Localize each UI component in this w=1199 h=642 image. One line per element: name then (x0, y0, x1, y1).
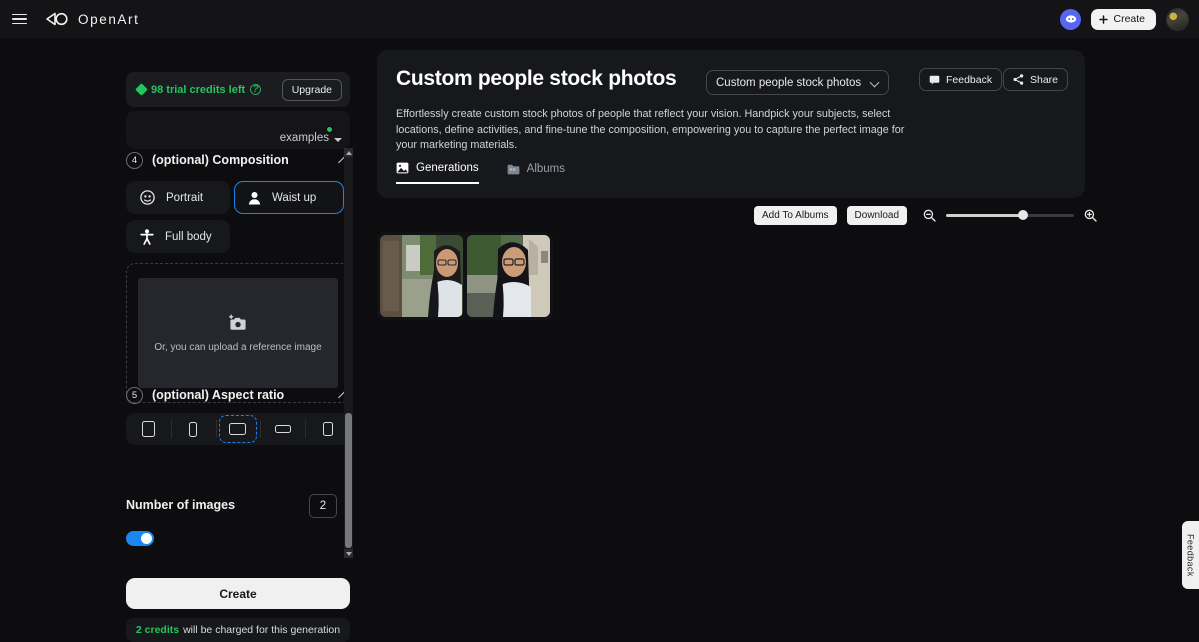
discord-icon[interactable] (1060, 9, 1081, 30)
top-bar: OpenArt Create (0, 0, 1199, 38)
examples-dropdown[interactable]: examples (126, 111, 350, 149)
composition-title: (optional) Composition (152, 153, 289, 167)
reference-image-upload-area[interactable]: Or, you can upload a reference image (138, 278, 338, 388)
composition-option-label: Waist up (272, 192, 316, 204)
left-sidebar: 98 trial credits left ? Upgrade examples… (0, 38, 366, 604)
composition-option-waist-up[interactable]: Waist up (234, 181, 344, 214)
zoom-slider-thumb[interactable] (1018, 210, 1028, 220)
download-button[interactable]: Download (847, 206, 907, 225)
create-generation-button[interactable]: Create (126, 578, 350, 609)
feedback-button-label: Feedback (946, 74, 992, 86)
aspect-ratio-options (126, 413, 350, 445)
page-description: Effortlessly create custom stock photos … (396, 107, 912, 154)
hamburger-icon[interactable] (8, 8, 30, 30)
image-icon (396, 162, 409, 174)
share-nodes-icon (1013, 74, 1024, 85)
openart-logo-icon[interactable] (43, 9, 69, 29)
number-of-images-label: Number of images (126, 498, 235, 512)
content-tabs: Generations Albums (396, 162, 565, 184)
feedback-button[interactable]: Feedback (919, 68, 1002, 91)
person-standing-icon (140, 229, 154, 245)
upload-hint-text: Or, you can upload a reference image (154, 342, 321, 353)
examples-label: examples (280, 132, 342, 144)
number-of-images-input[interactable]: 2 (309, 494, 337, 518)
user-avatar[interactable] (1166, 8, 1189, 31)
composition-section-header[interactable]: 4 (optional) Composition (126, 148, 350, 172)
composition-option-label: Full body (165, 231, 212, 243)
sidebar-scrollbar[interactable] (344, 148, 353, 558)
question-mark-icon[interactable]: ? (250, 84, 261, 95)
tab-albums-label: Albums (527, 163, 565, 175)
aspect-ratio-16-9[interactable] (260, 413, 305, 445)
credits-label: 98 trial credits left (151, 84, 245, 96)
create-button[interactable]: Create (1091, 9, 1156, 30)
zoom-slider-track[interactable] (946, 214, 1074, 217)
results-toolbar: Add To Albums Download (754, 206, 1097, 225)
topbar-actions: Create (1060, 0, 1189, 38)
selection-outline (219, 415, 258, 443)
scrollbar-thumb[interactable] (345, 413, 352, 548)
credit-charge-note: 2 credits will be charged for this gener… (126, 618, 350, 642)
green-dot-badge (326, 126, 333, 133)
scroll-up-arrow[interactable] (344, 148, 353, 157)
tab-generations-label: Generations (416, 162, 479, 174)
camera-add-icon (227, 314, 249, 333)
add-to-albums-button[interactable]: Add To Albums (754, 206, 837, 225)
generated-image-1[interactable] (380, 235, 463, 317)
chevron-down-icon (871, 79, 879, 87)
scroll-down-arrow[interactable] (344, 549, 353, 558)
main-header-card: Custom people stock photos Custom people… (377, 50, 1085, 198)
examples-text: examples (280, 132, 329, 144)
face-icon (140, 190, 155, 205)
person-bust-icon (248, 191, 261, 205)
tab-generations[interactable]: Generations (396, 162, 479, 184)
share-button[interactable]: Share (1003, 68, 1068, 91)
aspect-ratio-title: (optional) Aspect ratio (152, 388, 284, 402)
workflow-dropdown[interactable]: Custom people stock photos (706, 70, 889, 95)
feedback-side-tab-label: Feedback (1186, 534, 1196, 577)
credits-status: 98 trial credits left ? (137, 84, 261, 96)
zoom-in-icon (1084, 209, 1097, 222)
zoom-control (923, 209, 1097, 222)
aspect-ratio-9-16[interactable] (171, 413, 216, 445)
credit-amount: 2 credits (136, 624, 179, 636)
tab-albums[interactable]: Albums (507, 162, 565, 184)
feedback-side-tab[interactable]: Feedback (1182, 521, 1199, 589)
brand-name: OpenArt (78, 12, 139, 27)
composition-option-label: Portrait (166, 192, 203, 204)
credit-note-rest: will be charged for this generation (183, 624, 340, 636)
aspect-ratio-3-4[interactable] (126, 413, 171, 445)
diamond-icon (135, 83, 148, 96)
step-number: 4 (126, 152, 143, 169)
step-number: 5 (126, 387, 143, 404)
create-button-label: Create (1113, 13, 1145, 25)
reference-image-dropzone[interactable]: Or, you can upload a reference image (126, 263, 350, 403)
trial-credits-bar: 98 trial credits left ? Upgrade (126, 72, 350, 107)
upgrade-button[interactable]: Upgrade (282, 79, 342, 101)
composition-option-portrait[interactable]: Portrait (126, 181, 230, 214)
plus-icon (1099, 15, 1108, 24)
generated-image-2[interactable] (467, 235, 550, 317)
aspect-ratio-4-3[interactable] (216, 413, 261, 445)
page-title: Custom people stock photos (396, 67, 676, 91)
generation-results (377, 232, 553, 320)
zoom-slider-fill (946, 214, 1023, 217)
advanced-toggle[interactable] (126, 531, 154, 546)
composition-option-full-body[interactable]: Full body (126, 220, 230, 253)
workflow-dropdown-value: Custom people stock photos (716, 77, 861, 89)
folder-icon (507, 164, 520, 175)
comment-icon (929, 75, 940, 85)
share-button-label: Share (1030, 74, 1058, 86)
aspect-ratio-section-header[interactable]: 5 (optional) Aspect ratio (126, 383, 350, 407)
zoom-out-icon (923, 209, 936, 222)
